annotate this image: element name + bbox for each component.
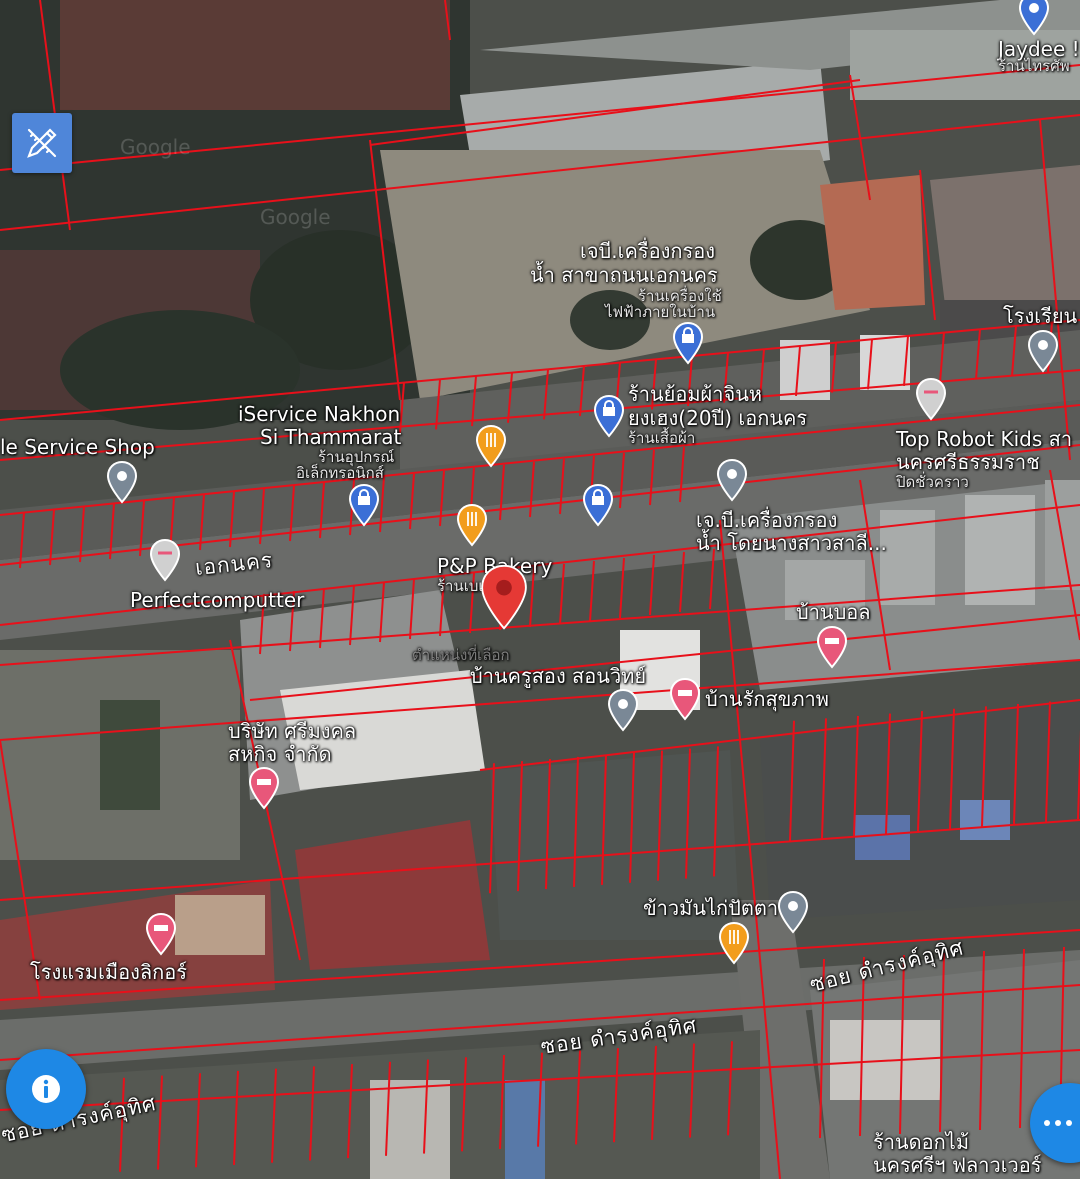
place-sublabel-iservice: ร้านอุปกรณ์ — [318, 448, 395, 466]
place-label-service-shop: le Service Shop — [0, 435, 155, 459]
place-label-ban-bon: บ้านบอล — [796, 600, 871, 624]
place-label-iservice-line2: Si Thammarat — [260, 425, 402, 449]
place-label-top-robot-kids-line2: นครศรีธรรมราช — [896, 450, 1040, 474]
place-sublabel-top-robot-kids: ปิดชั่วคราว — [896, 473, 969, 491]
draw-tool-button[interactable] — [12, 113, 72, 173]
shopping-bag-pin[interactable] — [672, 321, 704, 365]
more-dots-icon — [1044, 1120, 1072, 1126]
pencil-ruler-icon — [27, 128, 57, 158]
place-pin-service-shop[interactable] — [106, 460, 138, 504]
place-label-dye-shop: ร้านย้อมผ้าจินห — [628, 382, 763, 406]
place-label-flower-shop: ร้านดอกไม้ — [873, 1130, 969, 1154]
info-button[interactable] — [6, 1049, 86, 1129]
shopping-bag-pin[interactable] — [593, 394, 625, 438]
place-label-kru-song: บ้านครูสอง สอนวิทย์ — [470, 664, 647, 688]
place-label-rak-sukkhaphap: บ้านรักสุขภาพ — [705, 687, 829, 711]
place-pin-kru-song[interactable] — [607, 688, 639, 732]
robot-kids-pin[interactable] — [915, 377, 947, 421]
place-pin-jaydee[interactable] — [1018, 0, 1050, 36]
hotel-pin[interactable] — [145, 912, 177, 956]
place-label-company: บริษัท ศรีมงคล — [228, 719, 357, 743]
place-pin-jb-filter-2[interactable] — [716, 458, 748, 502]
hotel-pin[interactable] — [669, 677, 701, 721]
google-watermark: Google — [120, 135, 191, 159]
place-label-school: โรงเรียน — [1003, 304, 1078, 328]
place-label-top-robot-kids: Top Robot Kids สา — [896, 427, 1073, 451]
selected-location-pin[interactable] — [479, 562, 529, 632]
place-label-hotel: โรงแรมเมืองลิกอร์ — [30, 960, 187, 984]
place-sublabel-jb-filter-1: ร้านเครื่องใช้ — [638, 287, 722, 305]
shopping-bag-pin[interactable] — [348, 483, 380, 527]
school-pin[interactable] — [1027, 329, 1059, 373]
hotel-pin[interactable] — [816, 625, 848, 669]
place-label-jb-filter-1-line2: น้ำ สาขาถนนเอกนคร — [530, 263, 718, 287]
place-label-jb-filter-2-line2: น้ำ โดยนางสาวสาลี... — [696, 531, 887, 555]
info-icon — [32, 1075, 60, 1103]
place-label-iservice: iService Nakhon — [238, 402, 401, 426]
place-sublabel-dye-shop: ร้านเสื้อผ้า — [628, 429, 696, 447]
satellite-map[interactable]: Google Google เอกนคร ซอย ดำรงค์อุทิศ ซอย… — [0, 0, 1080, 1179]
place-label-chicken-rice: ข้าวมันไก่ปัตตานี — [643, 896, 792, 920]
restaurant-pin[interactable] — [456, 503, 488, 547]
place-sublabel-jb-filter-1-line2: ไฟฟ้าภายในบ้าน — [605, 303, 716, 321]
place-label-dye-shop-line2: ยงเฮง(20ปี) เอกนคร — [628, 406, 808, 430]
place-label-perfectcomputter: Perfectcomputter — [130, 588, 305, 612]
restaurant-pin[interactable] — [475, 424, 507, 468]
google-watermark: Google — [260, 205, 331, 229]
place-sublabel-iservice-line2: อิเล็กทรอนิกส์ — [296, 464, 384, 482]
place-pin-perfectcomputter[interactable] — [149, 538, 181, 582]
place-label-jb-filter-2: เจ.บี.เครื่องกรอง — [696, 508, 838, 532]
place-pin-chicken-rice[interactable] — [777, 890, 809, 934]
place-sublabel-jaydee: ร้านไทรศัพ — [998, 57, 1070, 75]
shopping-bag-pin[interactable] — [582, 483, 614, 527]
place-label-company-line2: สหกิจ จำกัด — [228, 742, 332, 766]
restaurant-pin[interactable] — [718, 921, 750, 965]
selected-location-label: ตำแหน่งที่เลือก — [412, 646, 510, 664]
place-label-jb-filter-1: เจบี.เครื่องกรอง — [580, 239, 715, 263]
place-label-flower-shop-line2: นครศรีฯ ฟลาวเวอร์ — [873, 1153, 1042, 1177]
hotel-pin[interactable] — [248, 766, 280, 810]
